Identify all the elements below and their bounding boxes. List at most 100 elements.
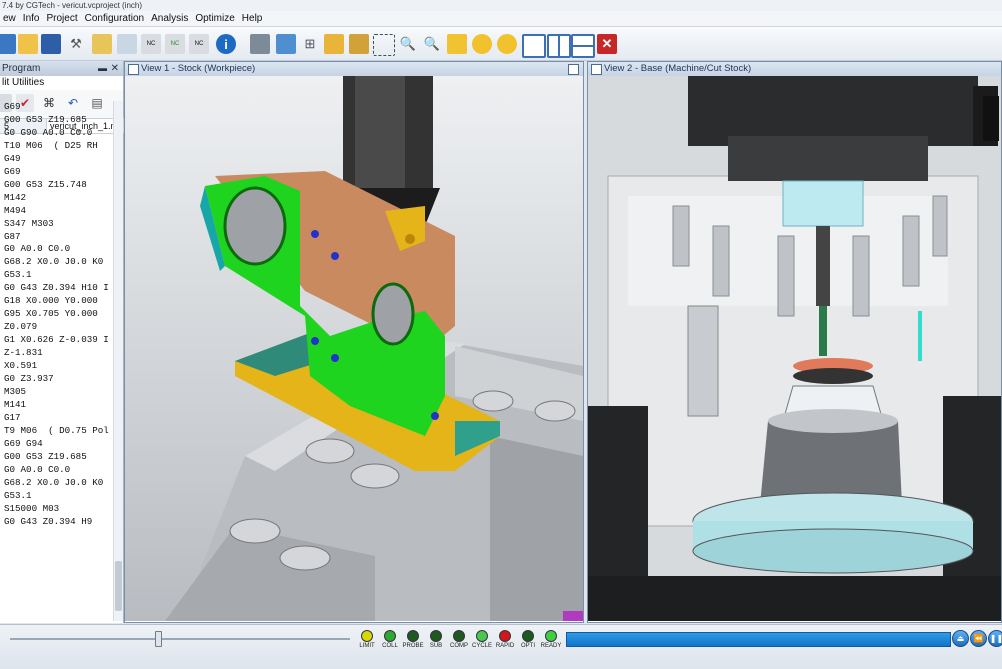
nc-settings-icon[interactable]: NC (189, 34, 209, 54)
close-icon[interactable]: ✕ (597, 34, 617, 54)
menu-view[interactable]: ew (0, 13, 20, 24)
status-led-rapid: RAPID (494, 630, 516, 651)
led-indicator-icon (476, 630, 488, 642)
code-line: G00 G53 Z19.685 (4, 113, 87, 125)
code-line: G69 (4, 165, 21, 177)
components-tree-icon[interactable] (117, 34, 137, 54)
led-label: RAPID (495, 643, 515, 649)
rotate-view-icon[interactable] (497, 34, 517, 54)
reset-view-icon[interactable] (472, 34, 492, 54)
spindle-head (688, 76, 978, 146)
new-project-icon[interactable] (0, 34, 16, 54)
code-line: G49 (4, 152, 21, 164)
menu-analysis[interactable]: Analysis (148, 13, 192, 24)
status-led-limit: LIMIT (356, 630, 378, 651)
view-1-maximize-icon[interactable] (568, 64, 579, 75)
view-1-menu-icon[interactable] (128, 64, 139, 75)
rewind-button[interactable]: ⏏ (952, 630, 969, 647)
code-line: G17 (4, 411, 21, 423)
led-label: OPTI (520, 643, 535, 649)
report-icon[interactable] (276, 34, 296, 54)
sim-speed-track[interactable] (10, 638, 350, 640)
status-bar: LIMIT COLL PROBE SUB COMP CYCLE RAPID OPTI READY… (0, 624, 1002, 669)
code-scrollbar[interactable] (113, 101, 123, 621)
nc-code-listing[interactable]: G69 G00 G53 Z19.685 G0 G90 A0.0 C0.0 T10 M0… (0, 101, 116, 621)
nc-program-icon[interactable]: NC (141, 34, 161, 54)
status-led-opti: OPTI (517, 630, 539, 651)
code-line: T9 M06 ( D0.75 Pol (4, 424, 109, 436)
fit-view-icon[interactable] (447, 34, 467, 54)
window-title-bar: 7.4 by CGTech - vericut.vcproject (inch) (0, 0, 1002, 11)
info-icon[interactable]: i (216, 34, 236, 54)
zoom-out-icon[interactable]: 🔍 (422, 34, 442, 54)
code-line: G00 G53 Z15.748 (4, 178, 87, 190)
code-line: G95 X0.705 Y0.000 (4, 308, 98, 320)
menu-project[interactable]: Project (43, 13, 81, 24)
panel-menu[interactable]: lit Utilities (0, 76, 123, 90)
code-line: G0 G43 Z0.394 H9 (4, 515, 93, 527)
simulation-progress-bar (566, 632, 951, 647)
code-line: S15000 M03 (4, 502, 60, 514)
led-label: COLL (382, 643, 398, 649)
pin-icon[interactable]: ▬ (98, 61, 107, 76)
close-panel-icon[interactable]: ✕ (111, 61, 119, 76)
code-line: G0 G43 Z0.394 H10 I (4, 282, 109, 294)
measure-icon[interactable] (349, 34, 369, 54)
section-icon[interactable]: ⊞ (300, 34, 320, 54)
zoom-box-icon[interactable] (373, 34, 395, 56)
main-toolbar: ⚒ NC NC NC i ⊞ 🔍 🔍 ✕ (0, 27, 1002, 61)
code-line: G0 A0.0 C0.0 (4, 243, 71, 255)
code-line: G1 X0.626 Z-0.039 I (4, 334, 109, 346)
zoom-in-icon[interactable]: 🔍 (398, 34, 418, 54)
code-line: G00 G53 Z19.685 (4, 450, 87, 462)
menu-configuration[interactable]: Configuration (82, 13, 148, 24)
code-line: Z-1.831 (4, 347, 43, 359)
machine-settings-icon[interactable] (250, 34, 270, 54)
code-line: M141 (4, 398, 27, 410)
sim-speed-slider[interactable] (155, 631, 162, 647)
panel-header: Program ▬ ✕ (0, 61, 123, 76)
step-back-button[interactable]: ⏪ (970, 630, 987, 647)
pause-button[interactable]: ❚❚ (988, 630, 1002, 647)
panel-title: Program (2, 63, 41, 74)
code-line: G0 A0.0 C0.0 (4, 463, 71, 475)
view-1-title: View 1 - Stock (Workpiece) (141, 63, 256, 74)
view-1: View 1 - Stock (Workpiece) (124, 61, 584, 623)
code-line: G18 X0.000 Y0.000 (4, 295, 98, 307)
tools-icon[interactable]: ⚒ (66, 34, 86, 54)
view-2-canvas[interactable] (588, 76, 1001, 621)
led-indicator-icon (522, 630, 534, 642)
menu-help[interactable]: Help (239, 13, 267, 24)
folder-setup-icon[interactable] (92, 34, 112, 54)
led-label: SUB (429, 643, 443, 649)
view-2-menu-icon[interactable] (591, 64, 602, 75)
menu-bar: ew Info Project Configuration Analysis O… (0, 11, 1002, 27)
split-horizontal-icon[interactable] (571, 34, 595, 58)
code-line: G68.2 X0.0 J0.0 K0 (4, 476, 104, 488)
code-line: G68.2 X0.0 J0.0 K0 (4, 256, 104, 268)
led-label: CYCLE (471, 643, 492, 649)
code-line: G87 (4, 230, 21, 242)
status-led-cycle: CYCLE (471, 630, 493, 651)
view-2: View 2 - Base (Machine/Cut Stock) (587, 61, 1002, 623)
cut-stock-icon[interactable] (324, 34, 344, 54)
status-led-probe: PROBE (402, 630, 424, 651)
view-1-canvas[interactable] (125, 76, 583, 621)
open-folder-icon[interactable] (18, 34, 38, 54)
single-view-icon[interactable] (522, 34, 546, 58)
code-line: M142 (4, 191, 27, 203)
led-indicator-icon (545, 630, 557, 642)
code-line: M305 (4, 385, 27, 397)
nc-review-icon[interactable]: NC (165, 34, 185, 54)
code-line: G0 G90 A0.0 C0.0 (4, 126, 93, 138)
scroll-thumb[interactable] (115, 561, 122, 611)
menu-optimize[interactable]: Optimize (192, 13, 238, 24)
menu-info[interactable]: Info (20, 13, 44, 24)
led-indicator-icon (453, 630, 465, 642)
save-icon[interactable] (41, 34, 61, 54)
led-indicator-icon (384, 630, 396, 642)
led-label: PROBE (402, 643, 424, 649)
split-vertical-icon[interactable] (547, 34, 571, 58)
code-line: G69 (4, 101, 21, 112)
code-line: G0 Z3.937 (4, 373, 54, 385)
